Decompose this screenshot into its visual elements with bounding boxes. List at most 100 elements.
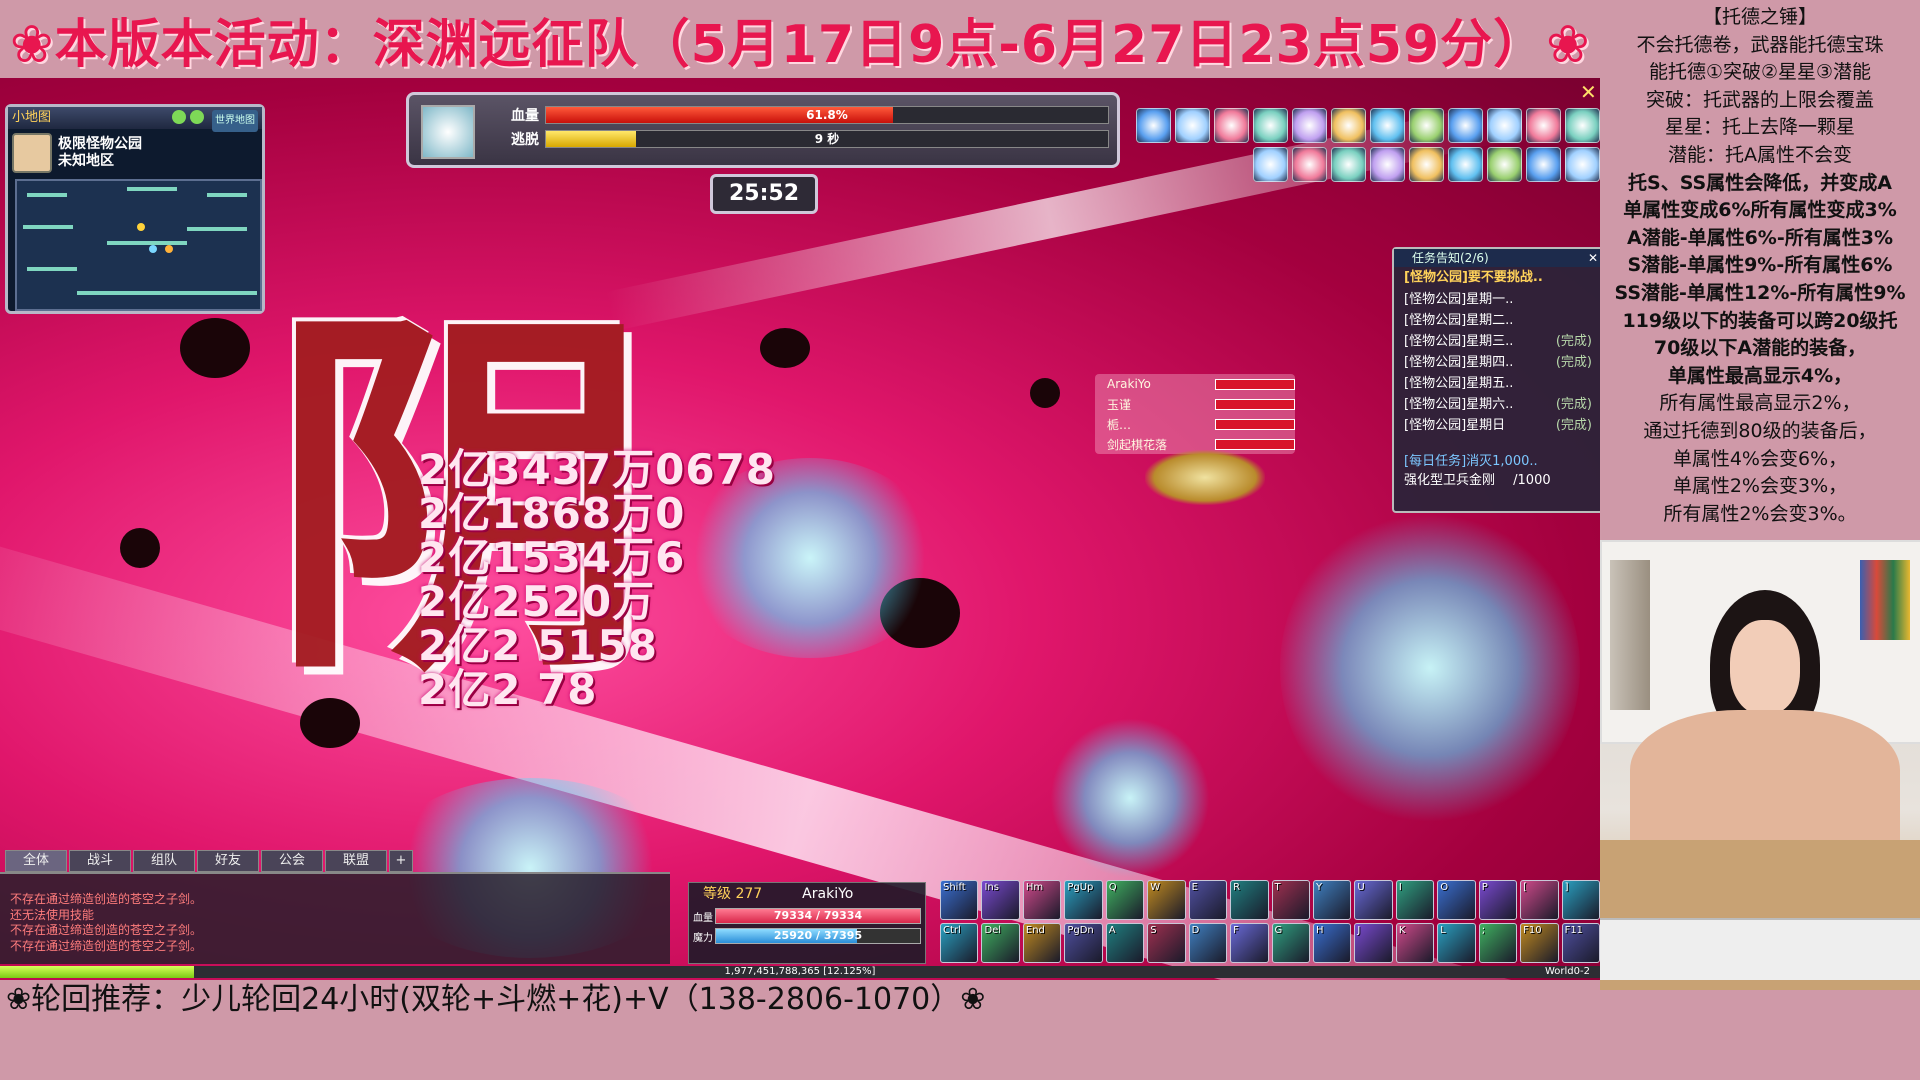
minimap-view[interactable] [15,179,262,311]
hotkey-slot[interactable]: T [1271,880,1310,920]
hotkey-slot[interactable]: U [1354,880,1393,920]
boss-timer: 25:52 [710,174,818,214]
party-member[interactable]: 玉谨 [1095,394,1295,414]
hotkey-slot[interactable]: PgDn [1064,923,1103,963]
hotkey-slot[interactable]: J [1354,923,1393,963]
buff-icon[interactable] [1136,108,1171,143]
party-member[interactable]: 栀… [1095,414,1295,434]
minimap[interactable]: 小地图 世界地图 极限怪物公园 未知地区 [5,104,265,314]
hotkey-slot[interactable]: [ [1520,880,1559,920]
hotkey-slot[interactable]: E [1188,880,1228,920]
quest-item-status: (完成) [1555,334,1592,349]
buff-icon[interactable] [1487,108,1522,143]
hotkey-slot[interactable]: P [1478,880,1518,920]
chat-tab[interactable]: 好友 [197,850,259,872]
chat-tab[interactable]: 战斗 [69,850,131,872]
buff-icon[interactable] [1331,147,1366,182]
hotkey-slot[interactable]: Ins [981,880,1020,920]
hotkey-label: S [1150,925,1157,936]
buff-icon[interactable] [1448,108,1483,143]
hotkey-slot[interactable]: O [1437,880,1476,920]
buff-icon[interactable] [1253,108,1288,143]
hotkey-slot[interactable]: A [1105,923,1145,963]
buff-icon[interactable] [1175,108,1210,143]
quest-item-name: [怪物公园]星期四.. [1404,355,1514,370]
hotkey-slot[interactable]: ; [1478,923,1518,963]
hotkey-slot[interactable]: PgUp [1064,880,1103,920]
quest-item[interactable]: [怪物公园]星期四.. (完成) [1394,352,1602,373]
chat-tab[interactable]: 组队 [133,850,195,872]
hotkey-slot[interactable]: Hm [1022,880,1062,920]
player-mp-value: 25920 / 37395 [773,929,863,942]
hotkey-slot[interactable]: Y [1312,880,1352,920]
hotkey-slot[interactable]: S [1147,923,1186,963]
hotkey-slot[interactable]: F10 [1520,923,1559,963]
character-level: 等级 277 [703,886,763,902]
hotkey-slot[interactable]: ] [1561,880,1600,920]
quest-item[interactable]: [怪物公园]星期六.. (完成) [1394,394,1602,415]
hotkey-slot[interactable]: Del [981,923,1020,963]
close-icon[interactable]: ✕ [1580,80,1597,104]
buff-icon[interactable] [1565,147,1600,182]
quest-item[interactable]: [怪物公园]星期二.. [1394,310,1602,331]
quest-item-name: [怪物公园]星期日 [1404,418,1506,433]
guild-emblem-icon [1145,450,1265,505]
hotkey-slot[interactable]: F [1230,923,1269,963]
buff-icon[interactable] [1292,108,1327,143]
close-icon[interactable]: ✕ [1588,249,1598,267]
expand-icon[interactable] [190,110,204,124]
books [1610,560,1650,710]
hotkey-slot[interactable]: F11 [1561,923,1600,963]
hotkey-slot[interactable]: W [1147,880,1186,920]
chat-log[interactable]: 不存在通过缔造创造的苍空之子剑。 还无法使用技能 不存在通过缔造创造的苍空之子剑… [0,872,670,964]
quest-item[interactable]: [怪物公园]星期五.. [1394,373,1602,394]
buff-icon[interactable] [1214,108,1249,143]
quest-item[interactable]: [怪物公园]星期一.. [1394,289,1602,310]
quest-item[interactable]: [怪物公园]星期日 (完成) [1394,415,1602,436]
party-member[interactable]: ArakiYo [1095,374,1295,394]
daily-quest[interactable]: [每日任务]消灭1,000.. [1394,450,1602,469]
add-chat-tab-button[interactable]: + [389,850,413,872]
quest-panel-title: 任务告知(2/6) [1412,251,1489,265]
buff-icon[interactable] [1448,147,1483,182]
platform [27,267,77,271]
platform [107,241,187,245]
hotkey-slot[interactable]: I [1395,880,1435,920]
minimap-header[interactable]: 小地图 世界地图 [8,107,262,132]
buff-icon[interactable] [1409,108,1444,143]
buff-icon[interactable] [1526,108,1561,143]
minimize-icon[interactable] [172,110,186,124]
chat-tab[interactable]: 全体 [5,850,67,872]
hotkey-slot[interactable]: D [1188,923,1228,963]
quest-panel-header[interactable]: 任务告知(2/6) ✕ [1394,249,1602,267]
party-panel[interactable]: ArakiYo 玉谨 栀… 剑起棋花落 [1095,374,1295,454]
hotkey-slot[interactable]: R [1230,880,1269,920]
buff-icon[interactable] [1409,147,1444,182]
hotkey-slot[interactable]: K [1395,923,1435,963]
quest-item-name: [怪物公园]星期一.. [1404,292,1514,307]
hotkey-slot[interactable]: L [1437,923,1476,963]
buff-icon[interactable] [1565,108,1600,143]
buff-icon[interactable] [1253,147,1288,182]
buff-icon[interactable] [1292,147,1327,182]
hotkey-label: Shift [943,882,966,893]
info-line: 通过托德到80级的装备后， [1643,419,1877,442]
hotkey-slot[interactable]: H [1312,923,1352,963]
quest-title[interactable]: [怪物公园]要不要挑战.. [1394,267,1602,289]
hotkey-slot[interactable]: G [1271,923,1310,963]
hotkey-slot[interactable]: Q [1105,880,1145,920]
buff-icon[interactable] [1370,108,1405,143]
hotkey-slot[interactable]: End [1022,923,1062,963]
hotkey-slot[interactable]: Shift [940,880,979,920]
buff-icon[interactable] [1331,108,1366,143]
world-map-button[interactable]: 世界地图 [212,110,258,132]
buff-icon[interactable] [1370,147,1405,182]
buff-icon[interactable] [1487,147,1522,182]
chat-tab[interactable]: 联盟 [325,850,387,872]
quest-item[interactable]: [怪物公园]星期三.. (完成) [1394,331,1602,352]
quest-notice-panel[interactable]: 任务告知(2/6) ✕ [怪物公园]要不要挑战.. [怪物公园]星期一.. [怪物… [1392,247,1604,513]
buff-icon[interactable] [1526,147,1561,182]
chat-tab[interactable]: 公会 [261,850,323,872]
boss-hp-label: 血量 [511,108,539,124]
hotkey-slot[interactable]: Ctrl [940,923,979,963]
